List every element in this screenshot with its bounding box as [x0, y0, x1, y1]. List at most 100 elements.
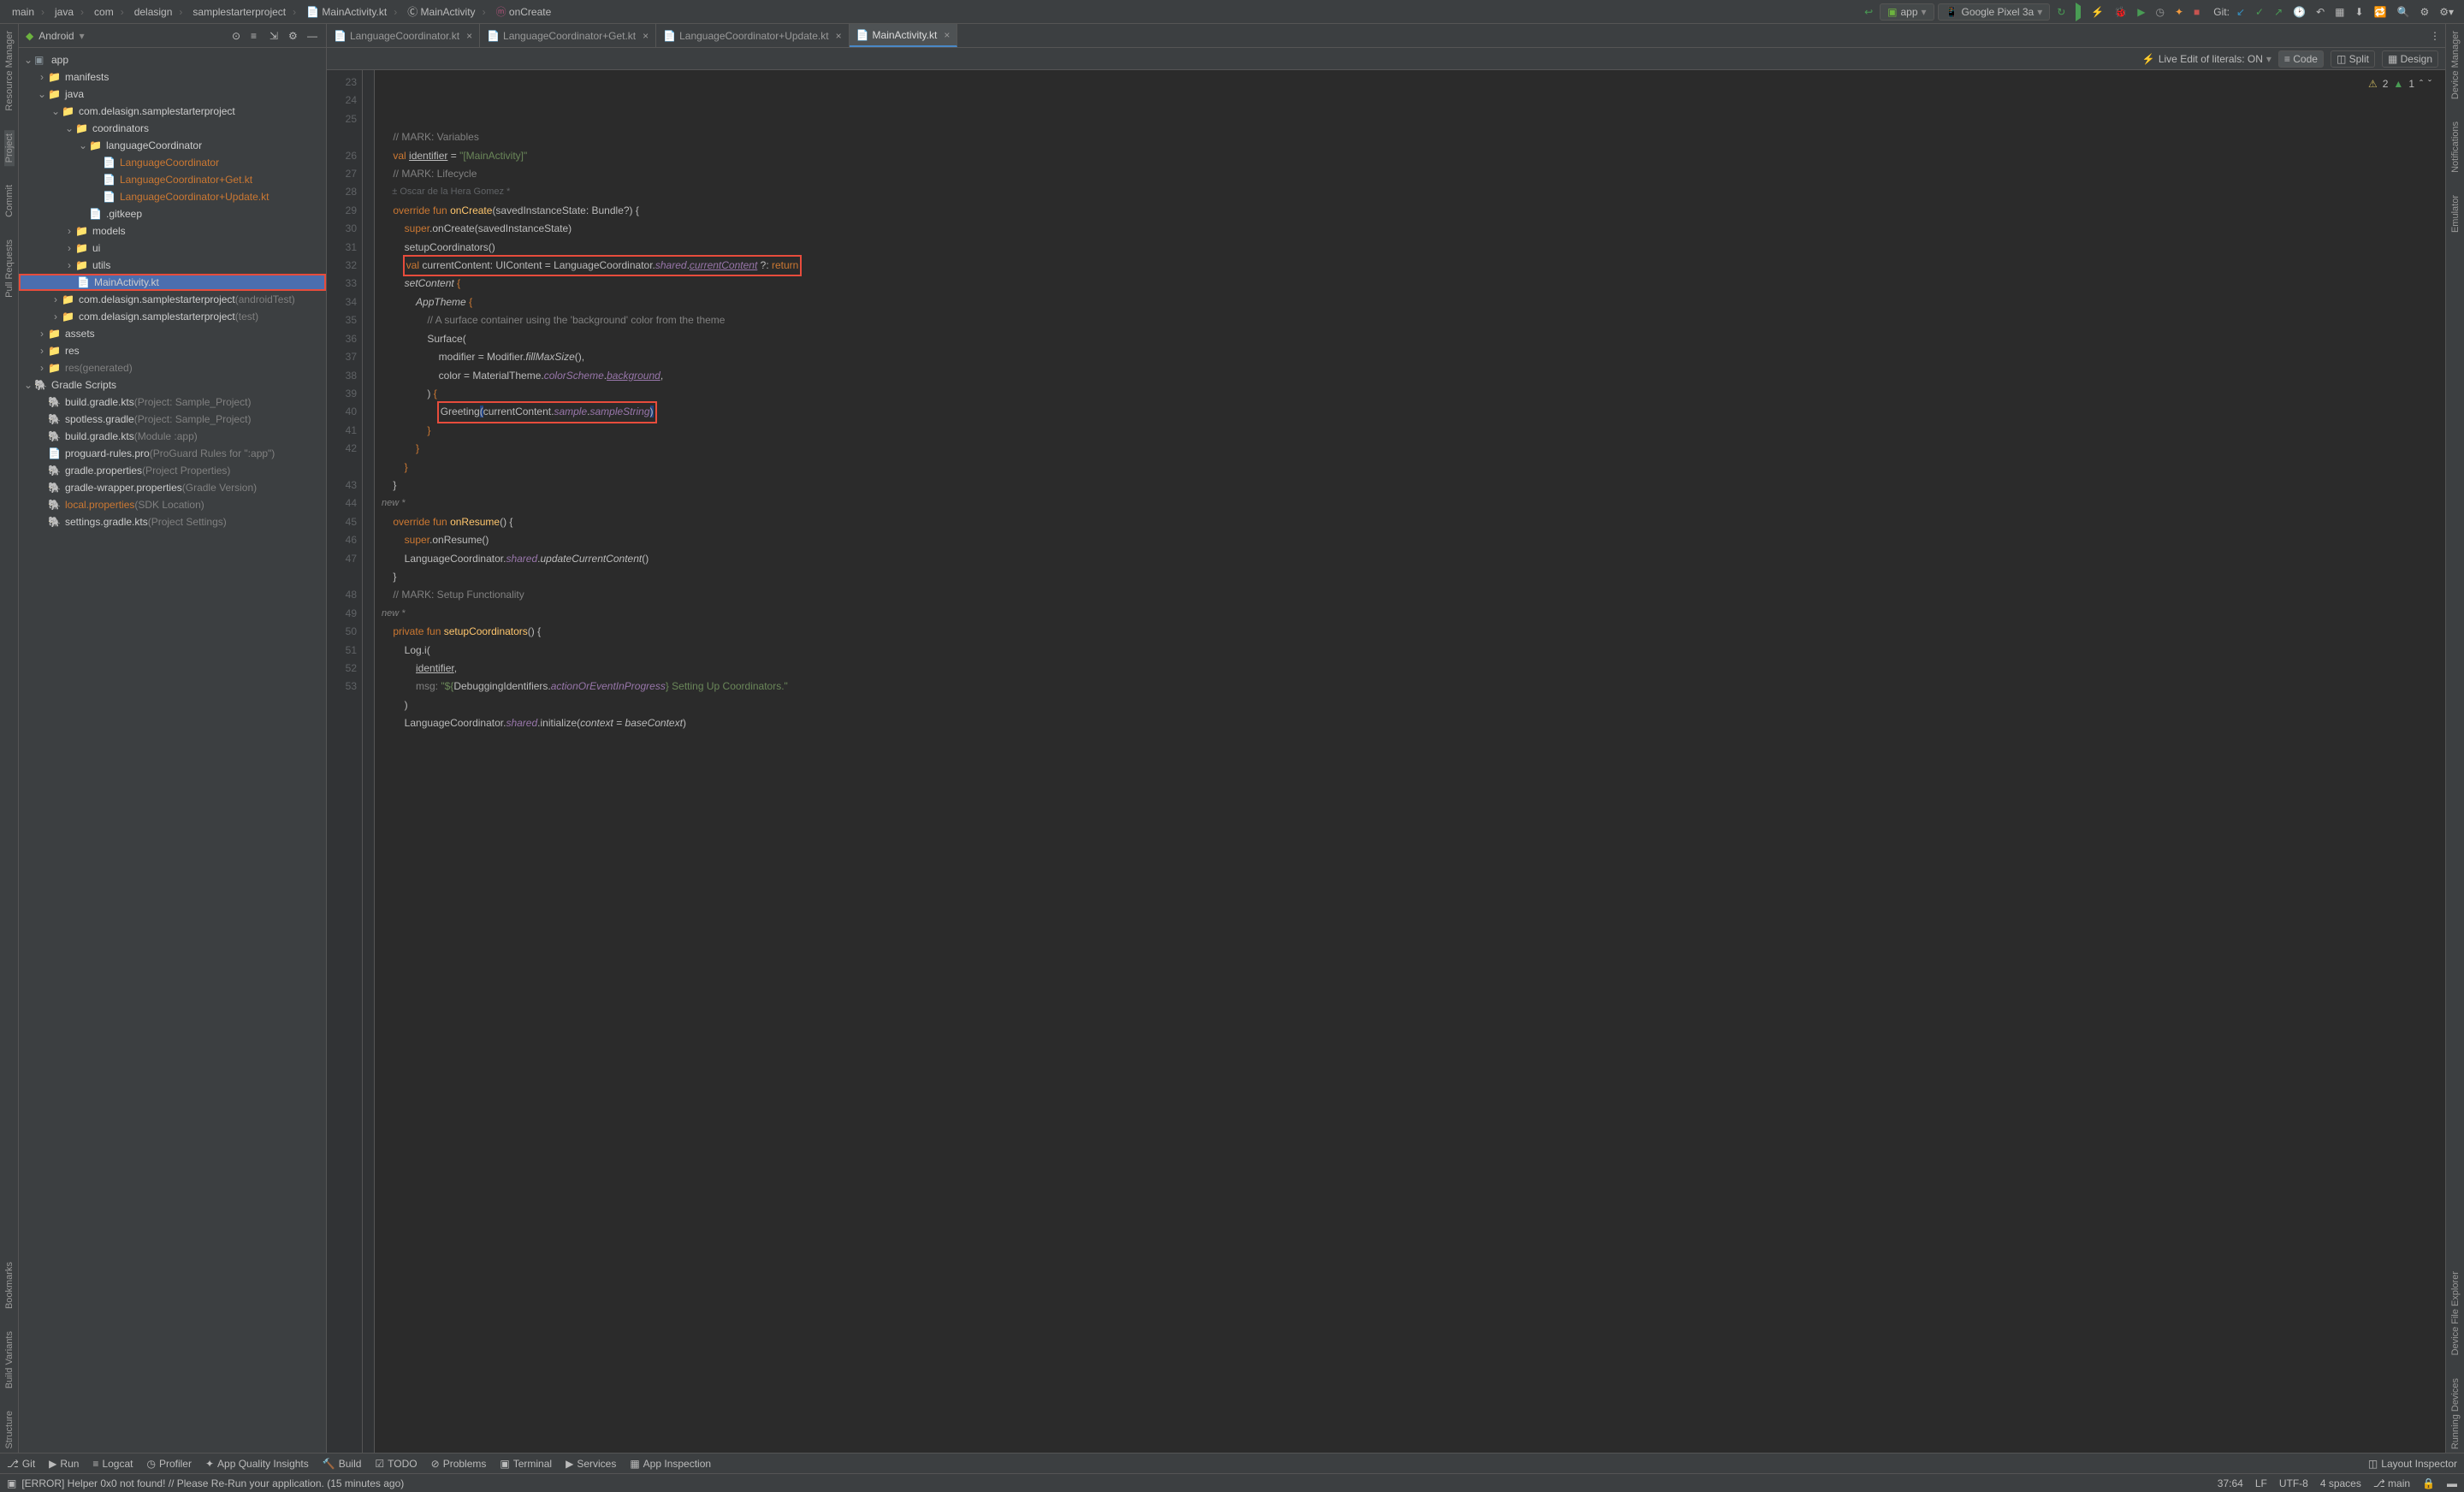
file-encoding[interactable]: UTF-8 — [2279, 1477, 2308, 1489]
breadcrumb-method[interactable]: ⓜ onCreate — [491, 4, 564, 19]
caret-position[interactable]: 37:64 — [2218, 1477, 2243, 1489]
device-file-explorer-tab[interactable]: Device File Explorer — [2450, 1268, 2461, 1359]
tree-node[interactable]: ›📁com.delasign.samplestarterproject (and… — [19, 291, 326, 308]
tree-node[interactable]: 📄LanguageCoordinator — [19, 154, 326, 171]
terminal-tool[interactable]: ▣ Terminal — [500, 1458, 552, 1470]
apply-changes-icon[interactable]: ⚡ — [2088, 4, 2107, 20]
notifications-tab[interactable]: Notifications — [2450, 118, 2461, 176]
sync-icon[interactable]: 🔁 — [2371, 4, 2390, 20]
tree-node[interactable]: 📄.gitkeep — [19, 205, 326, 222]
git-commit-icon[interactable]: ✓ — [2252, 4, 2267, 20]
editor-tab[interactable]: 📄MainActivity.kt× — [850, 24, 958, 47]
chevron-down-icon[interactable]: ▾ — [80, 30, 85, 42]
line-separator[interactable]: LF — [2255, 1477, 2267, 1489]
tree-node-selected[interactable]: 📄MainActivity.kt — [19, 274, 326, 291]
tree-node[interactable]: ⌄▣app — [19, 51, 326, 68]
pull-requests-tab[interactable]: Pull Requests — [4, 236, 15, 301]
run-tool[interactable]: ▶ Run — [49, 1458, 79, 1470]
gutter-marks[interactable] — [363, 70, 375, 1453]
sdk-icon[interactable]: ⬇ — [2351, 4, 2366, 20]
settings-icon[interactable]: ⚙ — [2416, 4, 2432, 20]
chevron-up-icon[interactable]: ˆ — [2420, 75, 2423, 93]
back-icon[interactable]: ↩ — [1861, 4, 1876, 20]
tree-node[interactable]: 🐘spotless.gradle (Project: Sample_Projec… — [19, 411, 326, 428]
app-quality-tool[interactable]: ✦ App Quality Insights — [205, 1458, 309, 1470]
tree-node[interactable]: ⌄📁com.delasign.samplestarterproject — [19, 103, 326, 120]
breadcrumb[interactable]: main — [7, 6, 50, 18]
tree-node[interactable]: ›📁manifests — [19, 68, 326, 86]
tree-node[interactable]: ⌄📁languageCoordinator — [19, 137, 326, 154]
tree-node[interactable]: ›📁models — [19, 222, 326, 240]
git-tool[interactable]: ⎇ Git — [7, 1458, 35, 1470]
avd-icon[interactable]: ▦ — [2331, 4, 2348, 20]
tree-node[interactable]: ›📁ui — [19, 240, 326, 257]
collapse-icon[interactable]: ⇲ — [270, 30, 281, 42]
services-tool[interactable]: ▶ Services — [566, 1458, 616, 1470]
editor-tab[interactable]: 📄LanguageCoordinator+Update.kt× — [656, 24, 849, 47]
hide-icon[interactable]: — — [307, 30, 319, 42]
code-view-button[interactable]: ≡ Code — [2278, 50, 2324, 68]
line-number-gutter[interactable]: 232425 262728293031323334353637383940414… — [327, 70, 363, 1453]
attach-debugger-icon[interactable]: ✦ — [2171, 4, 2187, 20]
coverage-icon[interactable]: ▶ — [2134, 4, 2148, 20]
split-view-button[interactable]: ◫ Split — [2331, 50, 2375, 68]
tree-node[interactable]: ›📁res (generated) — [19, 359, 326, 376]
tree-node[interactable]: 🐘local.properties (SDK Location) — [19, 496, 326, 513]
project-view-mode[interactable]: Android — [38, 30, 74, 42]
tree-node[interactable]: ›📁utils — [19, 257, 326, 274]
breadcrumb-file[interactable]: 📄 MainActivity.kt — [301, 6, 402, 18]
git-push-icon[interactable]: ↗ — [2271, 4, 2286, 20]
breadcrumb[interactable]: samplestarterproject — [187, 6, 301, 18]
tree-node[interactable]: ⌄🐘Gradle Scripts — [19, 376, 326, 394]
todo-tool[interactable]: ☑ TODO — [375, 1458, 417, 1470]
tree-node[interactable]: 🐘settings.gradle.kts (Project Settings) — [19, 513, 326, 530]
close-icon[interactable]: × — [836, 30, 842, 42]
build-variants-tab[interactable]: Build Variants — [4, 1328, 15, 1392]
tree-node[interactable]: 📄proguard-rules.pro (ProGuard Rules for … — [19, 445, 326, 462]
memory-icon[interactable]: ▬ — [2447, 1477, 2457, 1489]
device-selector[interactable]: 📱Google Pixel 3a▾ — [1938, 3, 2051, 21]
more-icon[interactable]: ⚙▾ — [2436, 4, 2457, 20]
close-icon[interactable]: × — [643, 30, 649, 42]
problems-tool[interactable]: ⊘ Problems — [431, 1458, 487, 1470]
git-branch[interactable]: ⎇ main — [2373, 1477, 2410, 1489]
bookmarks-tab[interactable]: Bookmarks — [4, 1258, 15, 1312]
git-update-icon[interactable]: ↙ — [2233, 4, 2248, 20]
tree-node[interactable]: ⌄📁coordinators — [19, 120, 326, 137]
structure-tab[interactable]: Structure — [4, 1407, 15, 1453]
build-tool[interactable]: 🔨 Build — [323, 1458, 362, 1470]
resource-manager-tab[interactable]: Resource Manager — [4, 27, 15, 115]
search-icon[interactable]: 🔍 — [2394, 4, 2414, 20]
inspection-summary[interactable]: ⚠2 ▲1 ˆ ˇ — [2365, 74, 2435, 95]
reload-icon[interactable]: ↻ — [2053, 4, 2069, 20]
project-tree[interactable]: ⌄▣app›📁manifests⌄📁java⌄📁com.delasign.sam… — [19, 48, 326, 1453]
tree-node[interactable]: 📄LanguageCoordinator+Get.kt — [19, 171, 326, 188]
run-icon[interactable] — [2072, 4, 2084, 20]
tree-node[interactable]: ⌄📁java — [19, 86, 326, 103]
tree-node[interactable]: 🐘gradle-wrapper.properties (Gradle Versi… — [19, 479, 326, 496]
tree-node[interactable]: 🐘build.gradle.kts (Module :app) — [19, 428, 326, 445]
layout-inspector-tool[interactable]: ◫ Layout Inspector — [2368, 1458, 2457, 1470]
close-icon[interactable]: × — [944, 29, 950, 41]
tool-windows-icon[interactable]: ▣ — [7, 1477, 16, 1489]
tree-node[interactable]: ›📁res — [19, 342, 326, 359]
project-tab[interactable]: Project — [4, 130, 15, 166]
gear-icon[interactable]: ⚙ — [288, 30, 300, 42]
lock-icon[interactable]: 🔒 — [2422, 1477, 2435, 1489]
code-editor[interactable]: ⚠2 ▲1 ˆ ˇ // MARK: Variables val identif… — [375, 70, 2445, 1453]
close-icon[interactable]: × — [466, 30, 472, 42]
design-view-button[interactable]: ▦ Design — [2382, 50, 2438, 68]
breadcrumb[interactable]: delasign — [129, 6, 188, 18]
chevron-down-icon[interactable]: ˇ — [2428, 75, 2431, 93]
device-manager-tab[interactable]: Device Manager — [2450, 27, 2461, 103]
tree-node[interactable]: ›📁com.delasign.samplestarterproject (tes… — [19, 308, 326, 325]
commit-tab[interactable]: Commit — [4, 181, 15, 221]
logcat-tool[interactable]: ≡ Logcat — [92, 1458, 133, 1470]
emulator-tab[interactable]: Emulator — [2450, 192, 2461, 236]
breadcrumb[interactable]: java — [50, 6, 89, 18]
app-inspection-tool[interactable]: ▦ App Inspection — [630, 1458, 711, 1470]
history-icon[interactable]: 🕑 — [2289, 4, 2309, 20]
indent-setting[interactable]: 4 spaces — [2320, 1477, 2361, 1489]
tree-node[interactable]: 🐘gradle.properties (Project Properties) — [19, 462, 326, 479]
debug-icon[interactable]: 🐞 — [2111, 4, 2130, 20]
